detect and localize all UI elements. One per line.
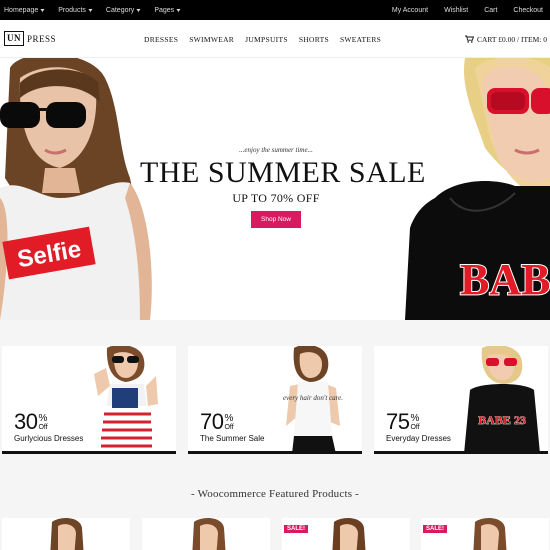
main-nav: DRESSES SWIMWEAR JUMPSUITS SHORTS SWEATE…	[144, 20, 381, 58]
topbar-wishlist[interactable]: Wishlist	[444, 7, 468, 14]
hero-subtitle: UP TO 70% OFF	[232, 191, 320, 205]
shop-now-button[interactable]: Shop Now	[251, 211, 301, 228]
topbar-products-label: Products	[58, 6, 86, 14]
product-card[interactable]	[2, 518, 130, 550]
topbar-category[interactable]: Category ▾	[105, 6, 141, 14]
promo-text: 30 % Off Gurlycious Dresses	[14, 411, 84, 444]
promo-text: 75 % Off Everyday Dresses	[386, 411, 451, 444]
header-cart[interactable]: CART £0.00 / ITEM: 0	[464, 20, 547, 58]
hero-tagline: ...enjoy the summer time...	[239, 146, 313, 154]
hero-banner: Selfie BAB ...enjoy the summer time... T…	[0, 58, 550, 320]
promo-shirt-text: BABE 23	[478, 413, 526, 427]
promo-percent-off: % Off	[38, 411, 47, 432]
promo-percent-sign: %	[38, 413, 48, 424]
promo-percent-sign: %	[224, 413, 234, 424]
product-card[interactable]: SALE!	[282, 518, 410, 550]
product-image	[332, 518, 366, 550]
hero-text-block: ...enjoy the summer time... THE SUMMER S…	[140, 58, 426, 320]
promo-percent-sign: %	[410, 413, 420, 424]
product-card[interactable]	[142, 518, 270, 550]
promo-model-image	[94, 346, 158, 451]
promo-off-label: Off	[38, 424, 48, 431]
product-image	[192, 518, 226, 550]
top-bar: Homepage ▾ Products ▾ Category ▾ Pages ▾ My …	[0, 0, 550, 20]
topbar-products[interactable]: Products ▾	[58, 7, 92, 14]
promo-text: 70 % Off The Summer Sale	[200, 411, 265, 444]
promo-discount: 30 % Off	[14, 411, 83, 433]
product-card[interactable]: SALE!	[421, 518, 549, 550]
promo-percent-off: % Off	[410, 411, 419, 432]
site-header: UN PRESS DRESSES SWIMWEAR JUMPSUITS SHOR…	[0, 20, 550, 58]
promo-caption: Everyday Dresses	[386, 434, 451, 443]
featured-products-section: - Woocommerce Featured Products - SALE! …	[0, 472, 550, 550]
cart-summary: CART £0.00 / ITEM: 0	[476, 34, 547, 44]
sale-badge: SALE!	[423, 525, 447, 533]
promo-caption: Gurlycious Dresses	[14, 434, 84, 443]
product-image	[50, 518, 84, 550]
promo-discount: 75 % Off	[386, 411, 451, 433]
chevron-down-icon: ▾	[176, 7, 181, 14]
topbar-pages[interactable]: Pages ▾	[154, 7, 180, 14]
promo-model-image: BABE 23	[464, 346, 540, 451]
topbar-homepage[interactable]: Homepage ▾	[4, 6, 45, 14]
featured-title: - Woocommerce Featured Products -	[190, 488, 360, 500]
logo-text: PRESS	[27, 33, 57, 44]
promo-shirt-text: every hair don't care.	[283, 394, 343, 402]
promo-model-image: every hair don't care.	[283, 346, 343, 451]
promo-card-gurlycious[interactable]: 30 % Off Gurlycious Dresses	[2, 346, 176, 454]
hero-title: THE SUMMER SALE	[140, 156, 426, 189]
product-image	[473, 518, 507, 550]
topbar-homepage-label: Homepage	[4, 6, 39, 14]
nav-sweaters[interactable]: SWEATERS	[340, 35, 381, 44]
nav-jumpsuits[interactable]: JUMPSUITS	[245, 35, 288, 44]
hero-right-model-image: BAB	[405, 58, 550, 320]
babe-shirt-text: BAB	[460, 255, 550, 304]
promo-off-label: Off	[410, 424, 420, 431]
promo-percent-number: 30	[14, 409, 38, 434]
logo-box: UN	[4, 31, 24, 46]
topbar-cart[interactable]: Cart	[484, 7, 497, 14]
promo-caption: The Summer Sale	[200, 434, 265, 443]
topbar-my-account[interactable]: My Account	[392, 7, 428, 14]
nav-shorts[interactable]: SHORTS	[299, 35, 329, 44]
promo-card-everyday[interactable]: BABE 23 75 % Off Everyday Dresses	[374, 346, 548, 454]
sale-badge: SALE!	[284, 525, 308, 533]
promo-percent-number: 70	[200, 409, 224, 434]
hero-left-model-image: Selfie	[0, 58, 152, 320]
chevron-down-icon: ▾	[40, 7, 45, 14]
nav-swimwear[interactable]: SWIMWEAR	[189, 35, 234, 44]
chevron-down-icon: ▾	[88, 7, 93, 14]
promo-off-label: Off	[224, 424, 234, 431]
site-logo[interactable]: UN PRESS	[4, 31, 56, 46]
promo-discount: 70 % Off	[200, 411, 264, 433]
topbar-pages-label: Pages	[154, 6, 175, 14]
promo-percent-number: 75	[386, 409, 410, 434]
chevron-down-icon: ▾	[136, 7, 141, 14]
topbar-checkout[interactable]: Checkout	[513, 7, 543, 14]
nav-dresses[interactable]: DRESSES	[144, 35, 178, 44]
promo-section: 30 % Off Gurlycious Dresses every hair d…	[0, 320, 550, 472]
promo-card-summer-sale[interactable]: every hair don't care. 70 % Off The Summ…	[188, 346, 362, 454]
topbar-category-label: Category	[105, 6, 135, 14]
shopping-cart-icon	[464, 35, 474, 43]
promo-percent-off: % Off	[224, 411, 233, 432]
